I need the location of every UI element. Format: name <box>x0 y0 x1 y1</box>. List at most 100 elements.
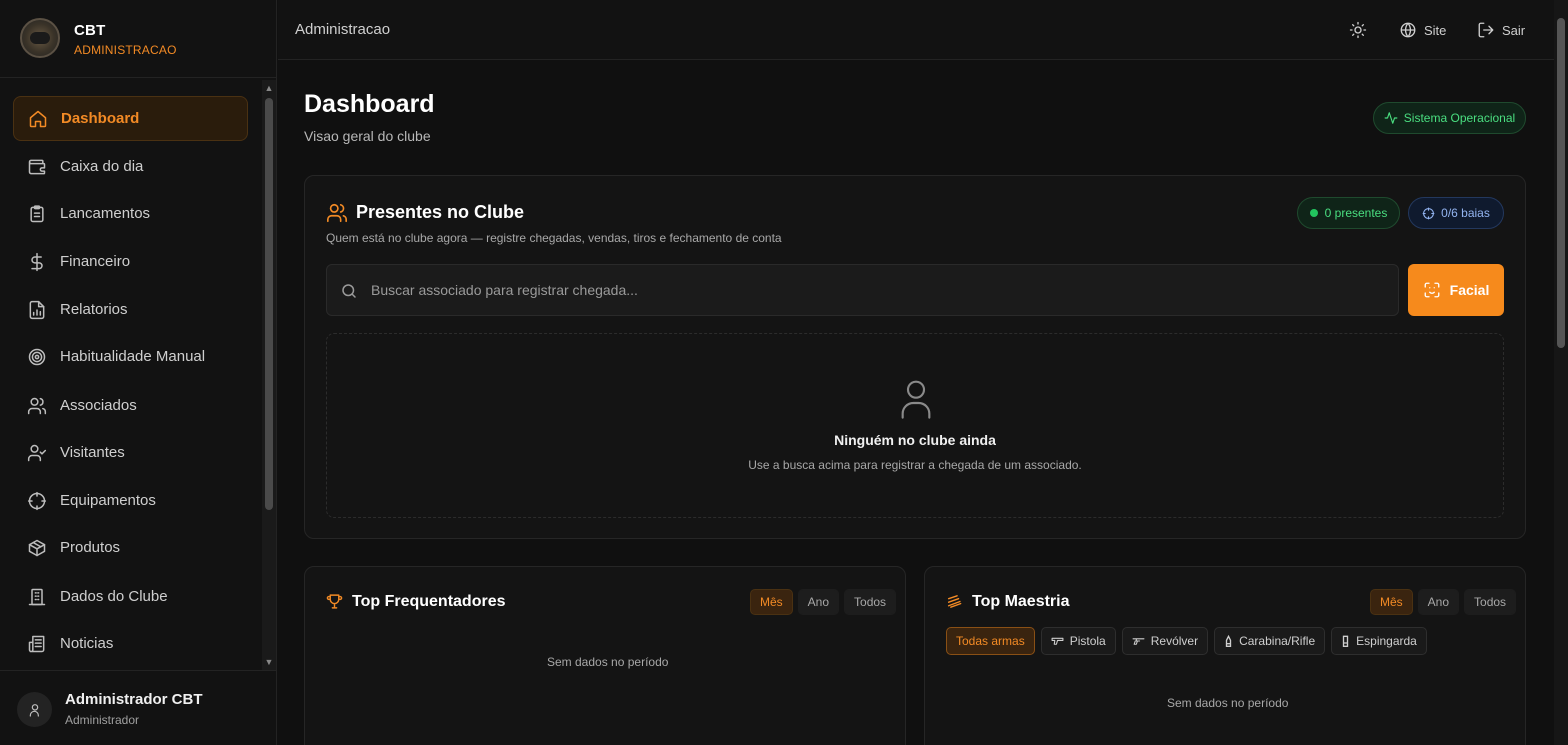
weapon-filter-label: Carabina/Rifle <box>1239 634 1316 648</box>
sidebar-item-relatorios[interactable]: Relatorios <box>13 287 248 332</box>
topbar-title: Administracao <box>295 21 391 38</box>
page-scroll-thumb[interactable] <box>1557 18 1565 348</box>
search-input[interactable] <box>371 265 1381 315</box>
weapon-filter-label: Todas armas <box>956 634 1025 648</box>
site-button[interactable]: Site <box>1399 18 1446 42</box>
sidebar-item-label: Produtos <box>60 539 121 556</box>
sidebar-item-noticias[interactable]: Noticias <box>13 621 248 666</box>
brand-subtitle: ADMINISTRACAO <box>74 43 177 57</box>
sidebar-item-label: Visitantes <box>60 444 125 461</box>
topbar: Administracao Site Sair <box>278 0 1554 60</box>
maestria-period-selector: Mês Ano Todos <box>1370 589 1517 615</box>
pistol-icon <box>1051 637 1064 645</box>
sidebar-item-lancamentos[interactable]: Lancamentos <box>13 191 248 236</box>
cartridge-icon <box>1225 635 1232 647</box>
sidebar-item-dashboard[interactable]: Dashboard <box>13 96 248 141</box>
period-all-button[interactable]: Todos <box>1464 589 1517 615</box>
sidebar-item-habitualidade-manual[interactable]: Habitualidade Manual <box>13 334 248 379</box>
weapon-filter-label: Espingarda <box>1356 634 1417 648</box>
sidebar-item-label: Lancamentos <box>60 205 151 222</box>
period-month-button[interactable]: Mês <box>750 589 793 615</box>
weapon-filter-pistola[interactable]: Pistola <box>1040 627 1116 655</box>
period-month-button[interactable]: Mês <box>1370 589 1413 615</box>
sidebar-item-dados-do-clube[interactable]: Dados do Clube <box>13 574 248 619</box>
page-subtitle: Visao geral do clube <box>304 128 431 144</box>
sidebar-item-label: Financeiro <box>60 253 131 270</box>
sidebar-item-label: Dashboard <box>61 110 140 127</box>
user-name: Administrador CBT <box>65 691 203 708</box>
sidebar-item-equipamentos[interactable]: Equipamentos <box>13 478 248 523</box>
sidebar-item-visitantes[interactable]: Visitantes <box>13 430 248 475</box>
club-logo <box>20 18 60 58</box>
system-status-label: Sistema Operacional <box>1403 111 1516 125</box>
weapon-filter-label: Revólver <box>1150 634 1199 648</box>
face-scan-icon <box>1424 282 1440 298</box>
report-chart-icon <box>26 299 48 321</box>
brand: CBT ADMINISTRACAO <box>0 0 277 78</box>
newspaper-icon <box>26 633 48 655</box>
sidebar-item-label: Equipamentos <box>60 492 156 509</box>
revolver-icon <box>1132 638 1145 645</box>
sidebar-scrollbar[interactable]: ▲ ▼ <box>262 80 276 670</box>
present-count-badge: 0 presentes <box>1297 197 1400 229</box>
logout-label: Sair <box>1502 22 1526 38</box>
user-check-icon <box>26 442 48 464</box>
weapon-filter-all[interactable]: Todas armas <box>946 627 1035 655</box>
user-role: Administrador <box>65 713 140 727</box>
period-year-button[interactable]: Ano <box>797 589 840 615</box>
empty-state-subtitle: Use a busca acima para registrar a chega… <box>748 458 1082 472</box>
user-icon <box>29 703 39 717</box>
member-search <box>326 264 1399 316</box>
frequentadores-empty-text: Sem dados no período <box>547 655 669 669</box>
sidebar-item-associados[interactable]: Associados <box>13 383 248 428</box>
page-scrollbar[interactable] <box>1554 0 1568 745</box>
sidebar-item-label: Dados do Clube <box>60 588 168 605</box>
brand-name: CBT <box>74 22 106 39</box>
bays-badge: 0/6 baias <box>1408 197 1504 229</box>
crosshair-icon <box>26 490 48 512</box>
user-icon <box>901 380 931 419</box>
avatar <box>17 692 52 727</box>
trophy-icon <box>326 594 343 609</box>
scroll-up-arrow-icon[interactable]: ▲ <box>264 83 274 93</box>
empty-state-title: Ninguém no clube ainda <box>834 432 996 448</box>
sidebar-item-label: Associados <box>60 397 137 414</box>
sidebar-item-label: Relatorios <box>60 301 128 318</box>
user-profile[interactable]: Administrador CBT Administrador <box>0 670 277 745</box>
sidebar-scroll-thumb[interactable] <box>265 98 273 510</box>
weapon-filter-revolver[interactable]: Revólver <box>1121 627 1209 655</box>
weapon-filter-espingarda[interactable]: Espingarda <box>1331 627 1427 655</box>
users-icon <box>327 203 347 223</box>
present-count-label: 0 presentes <box>1324 206 1388 220</box>
presentes-subtitle: Quem está no clube agora — registre cheg… <box>326 231 782 245</box>
dollar-icon <box>26 251 48 273</box>
period-all-button[interactable]: Todos <box>844 589 897 615</box>
period-year-button[interactable]: Ano <box>1417 589 1460 615</box>
home-icon <box>27 108 49 130</box>
logout-icon <box>1478 22 1494 38</box>
sidebar-nav: Dashboard Caixa do dia Lancamentos Finan… <box>0 80 262 670</box>
facial-label: Facial <box>1449 282 1490 298</box>
frequentadores-period-selector: Mês Ano Todos <box>750 589 897 615</box>
shell-icon <box>1342 635 1349 647</box>
weapon-filter-carabina[interactable]: Carabina/Rifle <box>1214 627 1326 655</box>
sidebar-item-produtos[interactable]: Produtos <box>13 525 248 570</box>
scroll-down-arrow-icon[interactable]: ▼ <box>264 657 274 667</box>
theme-toggle-button[interactable] <box>1349 18 1367 42</box>
sidebar-item-financeiro[interactable]: Financeiro <box>13 239 248 284</box>
clipboard-list-icon <box>26 203 48 225</box>
maestria-empty-text: Sem dados no período <box>1167 696 1289 710</box>
sidebar-item-label: Habitualidade Manual <box>60 348 206 365</box>
facial-button[interactable]: Facial <box>1408 264 1504 316</box>
sidebar-item-caixa-do-dia[interactable]: Caixa do dia <box>13 144 248 189</box>
logout-button[interactable]: Sair <box>1477 18 1525 42</box>
system-status-badge: Sistema Operacional <box>1373 102 1526 134</box>
bays-label: 0/6 baias <box>1441 206 1490 220</box>
top-maestria-title: Top Maestria <box>972 593 1070 610</box>
sidebar-item-label: Caixa do dia <box>60 158 144 175</box>
users-icon <box>26 395 48 417</box>
site-label: Site <box>1424 22 1447 38</box>
globe-icon <box>1400 22 1416 38</box>
weapon-filter-label: Pistola <box>1069 634 1106 648</box>
status-dot-icon <box>1309 209 1318 217</box>
